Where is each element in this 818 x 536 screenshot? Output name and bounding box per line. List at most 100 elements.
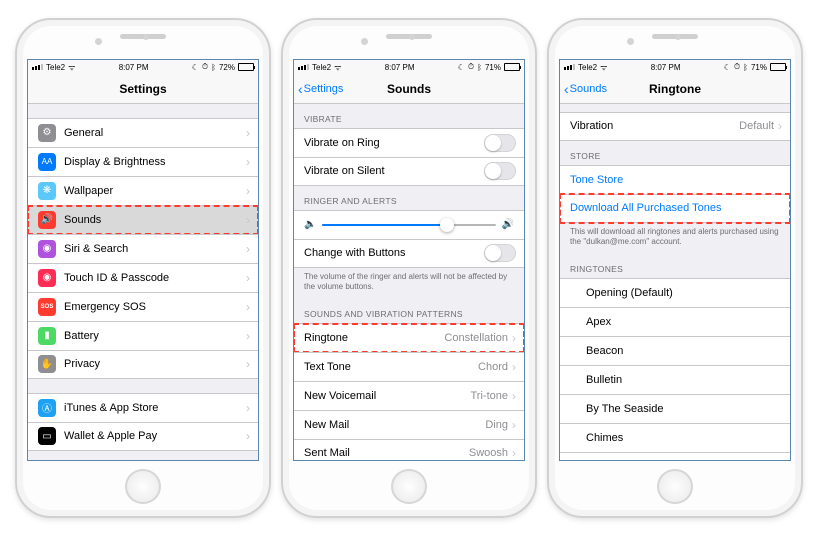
clock: 8:07 PM: [651, 63, 681, 72]
back-button[interactable]: ‹ Sounds: [564, 82, 607, 96]
battery-percent: 71%: [751, 63, 767, 72]
row-label: Vibrate on Ring: [304, 137, 484, 149]
row-label: Change with Buttons: [304, 247, 484, 259]
pattern-row-new-voicemail[interactable]: New VoicemailTri-tone›: [294, 381, 524, 410]
clock: 8:07 PM: [385, 63, 415, 72]
alarm-icon: ⏱: [202, 62, 208, 72]
row-label: New Voicemail: [304, 390, 471, 402]
carrier-label: Tele2: [578, 63, 597, 72]
row-value: Swoosh: [469, 447, 508, 459]
signal-icon: [32, 64, 43, 70]
chevron-right-icon: ›: [246, 401, 250, 415]
moon-icon: ☾: [192, 63, 199, 72]
ringtone-row-beacon[interactable]: Beacon: [560, 336, 790, 365]
home-button[interactable]: [657, 469, 693, 505]
settings-row-wallpaper[interactable]: ❋Wallpaper›: [28, 176, 258, 205]
back-label: Sounds: [570, 83, 607, 95]
chevron-right-icon: ›: [246, 357, 250, 371]
bluetooth-icon: ᛒ: [211, 63, 216, 72]
row-label: New Mail: [304, 419, 485, 431]
toggle-switch[interactable]: [484, 162, 516, 180]
screen-settings: Tele2 ᯤ 8:07 PM ☾ ⏱ ᛒ 72% Settings ⚙︎Gen…: [27, 59, 259, 461]
chevron-right-icon: ›: [246, 329, 250, 343]
row-label: Apex: [586, 316, 782, 328]
row-label: Beacon: [586, 345, 782, 357]
chevron-right-icon: ›: [246, 155, 250, 169]
A-icon: Ⓐ: [38, 399, 56, 417]
status-bar: Tele2 ᯤ 8:07 PM ☾ ⏱ ᛒ 71%: [560, 60, 790, 75]
toggle-switch[interactable]: [484, 134, 516, 152]
row-label: Touch ID & Passcode: [64, 272, 246, 284]
settings-row-emergency-sos[interactable]: SOSEmergency SOS›: [28, 292, 258, 321]
wifi-icon: ᯤ: [334, 62, 341, 73]
wifi-icon: ᯤ: [600, 62, 607, 73]
chevron-right-icon: ›: [246, 126, 250, 140]
ringtone-row-chimes[interactable]: Chimes: [560, 423, 790, 452]
settings-row-display-brightness[interactable]: AADisplay & Brightness›: [28, 147, 258, 176]
speaker-icon: 🔊: [38, 211, 56, 229]
SOS-icon: SOS: [38, 298, 56, 316]
volume-low-icon: 🔈: [304, 219, 316, 230]
row-value: Constellation: [444, 332, 508, 344]
pattern-row-sent-mail[interactable]: Sent MailSwoosh›: [294, 439, 524, 460]
ringtone-list[interactable]: Vibration Default › STORE Tone StoreDown…: [560, 104, 790, 460]
pattern-row-new-mail[interactable]: New MailDing›: [294, 410, 524, 439]
back-button[interactable]: ‹ Settings: [298, 82, 343, 96]
chevron-right-icon: ›: [246, 271, 250, 285]
ringtone-row-apex[interactable]: Apex: [560, 307, 790, 336]
store-row-1[interactable]: Download All Purchased Tones: [560, 194, 790, 223]
sounds-list[interactable]: VIBRATE Vibrate on Ring Vibrate on Silent…: [294, 104, 524, 460]
vibrate-row-0[interactable]: Vibrate on Ring: [294, 128, 524, 157]
group-header-vibrate: VIBRATE: [294, 104, 524, 128]
change-with-buttons-row[interactable]: Change with Buttons: [294, 239, 524, 268]
ringtone-row-circuit[interactable]: Circuit: [560, 452, 790, 460]
screen-sounds: Tele2 ᯤ 8:07 PM ☾ ⏱ ᛒ 71% ‹ Settings Sou…: [293, 59, 525, 461]
row-label: Bulletin: [586, 374, 782, 386]
AA-icon: AA: [38, 153, 56, 171]
settings-row-wallet-apple-pay[interactable]: ▭Wallet & Apple Pay›: [28, 422, 258, 451]
toggle-switch[interactable]: [484, 244, 516, 262]
settings-row-touch-id-passcode[interactable]: ◉ Touch ID & Passcode›: [28, 263, 258, 292]
home-button[interactable]: [125, 469, 161, 505]
row-label: Vibration: [570, 120, 739, 132]
chevron-right-icon: ›: [246, 184, 250, 198]
settings-row-battery[interactable]: ▮Battery›: [28, 321, 258, 350]
chevron-right-icon: ›: [246, 300, 250, 314]
alarm-icon: ⏱: [468, 62, 474, 72]
volume-slider[interactable]: [322, 224, 495, 226]
settings-row-siri-search[interactable]: ◉Siri & Search›: [28, 234, 258, 263]
ringer-footer: The volume of the ringer and alerts will…: [294, 268, 524, 299]
ringtone-row-opening-default-[interactable]: Opening (Default): [560, 278, 790, 307]
row-label: General: [64, 127, 246, 139]
ringtone-row-by-the-seaside[interactable]: By The Seaside: [560, 394, 790, 423]
moon-icon: ☾: [458, 63, 465, 72]
pattern-row-text-tone[interactable]: Text ToneChord›: [294, 352, 524, 381]
phone-settings: Tele2 ᯤ 8:07 PM ☾ ⏱ ᛒ 72% Settings ⚙︎Gen…: [15, 18, 271, 518]
ringtone-row-bulletin[interactable]: Bulletin: [560, 365, 790, 394]
page-title: Settings: [119, 82, 166, 96]
store-row-0[interactable]: Tone Store: [560, 165, 790, 194]
settings-row-sounds[interactable]: 🔊Sounds›: [28, 205, 258, 234]
settings-list[interactable]: ⚙︎General›AADisplay & Brightness›❋Wallpa…: [28, 104, 258, 460]
pattern-row-ringtone[interactable]: RingtoneConstellation›: [294, 323, 524, 352]
navbar-settings: Settings: [28, 75, 258, 104]
page-title: Ringtone: [649, 82, 701, 96]
home-button[interactable]: [391, 469, 427, 505]
row-label: Sent Mail: [304, 447, 469, 459]
vibration-row[interactable]: Vibration Default ›: [560, 112, 790, 141]
settings-row-general[interactable]: ⚙︎General›: [28, 118, 258, 147]
battery-icon: [504, 63, 520, 71]
settings-row-itunes-app-store[interactable]: ⒶiTunes & App Store›: [28, 393, 258, 422]
finger-icon: ◉: [38, 269, 56, 287]
vibrate-row-1[interactable]: Vibrate on Silent: [294, 157, 524, 186]
wifi-icon: ᯤ: [68, 62, 75, 73]
chevron-right-icon: ›: [246, 429, 250, 443]
settings-row-privacy[interactable]: ✋Privacy›: [28, 350, 258, 379]
row-label: Wallet & Apple Pay: [64, 430, 246, 442]
row-value: Default: [739, 120, 774, 132]
row-label: Chimes: [586, 432, 782, 444]
page-title: Sounds: [387, 82, 431, 96]
chevron-right-icon: ›: [512, 360, 516, 374]
status-bar: Tele2 ᯤ 8:07 PM ☾ ⏱ ᛒ 72%: [28, 60, 258, 75]
phone-sounds: Tele2 ᯤ 8:07 PM ☾ ⏱ ᛒ 71% ‹ Settings Sou…: [281, 18, 537, 518]
